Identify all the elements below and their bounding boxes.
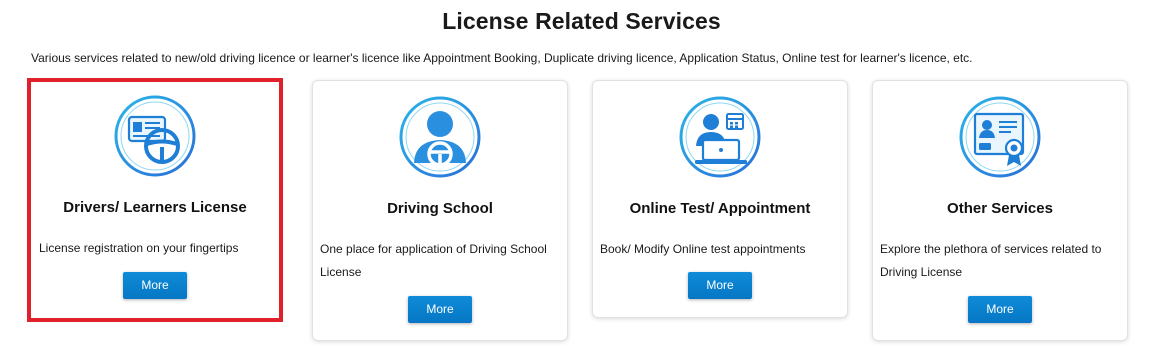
- online-test-icon: [679, 96, 761, 178]
- card-title: Drivers/ Learners License: [63, 199, 247, 216]
- card-title: Driving School: [387, 200, 493, 217]
- card-other-services[interactable]: Other Services Explore the plethora of s…: [872, 80, 1128, 341]
- more-button[interactable]: More: [123, 272, 187, 299]
- card-drivers-learners-license[interactable]: Drivers/ Learners License License regist…: [27, 78, 283, 322]
- certificate-icon: [959, 96, 1041, 178]
- more-button[interactable]: More: [968, 296, 1032, 323]
- card-title: Other Services: [947, 200, 1053, 217]
- page-title: License Related Services: [442, 8, 721, 34]
- card-description: Explore the plethora of services related…: [880, 242, 1102, 279]
- card-description: License registration on your fingertips: [39, 241, 239, 255]
- card-driving-school[interactable]: Driving School One place for application…: [312, 80, 568, 341]
- license-steering-icon: [114, 95, 196, 177]
- card-online-test-appointment[interactable]: Online Test/ Appointment Book/ Modify On…: [592, 80, 848, 318]
- card-title: Online Test/ Appointment: [629, 200, 811, 217]
- card-description: Book/ Modify Online test appointments: [600, 242, 806, 256]
- driver-icon: [399, 96, 481, 178]
- page-subtitle: Various services related to new/old driv…: [31, 51, 973, 65]
- more-button[interactable]: More: [688, 272, 752, 299]
- card-description: One place for application of Driving Sch…: [320, 242, 547, 279]
- more-button[interactable]: More: [408, 296, 472, 323]
